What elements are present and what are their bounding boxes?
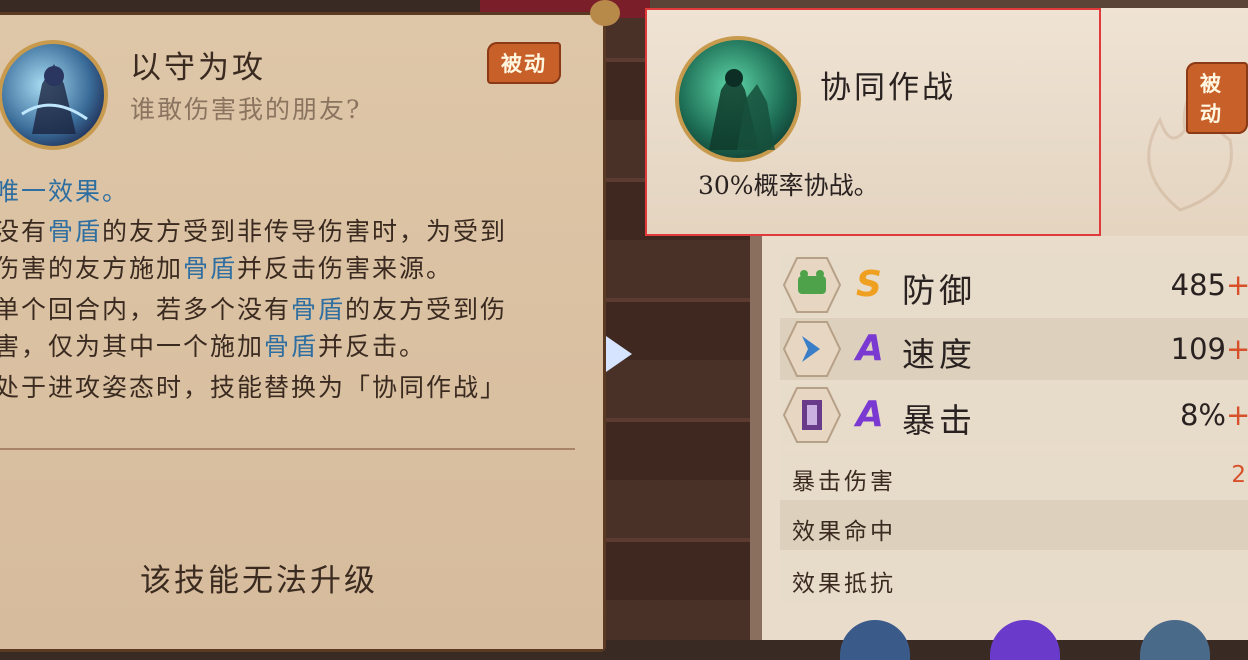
stat-row-defense: S 防御 485 +2 [780, 254, 1248, 316]
stat-row-effect-resist: 效果抵抗 [780, 552, 1248, 602]
skill-desc-line: 害，仅为其中一个施加骨盾并反击。 [0, 332, 427, 361]
panel-corner-ornament [590, 0, 620, 26]
shikigami-avatar[interactable] [840, 620, 910, 660]
stat-row-crit-damage: 暴击伤害 2 [780, 450, 1248, 500]
stat-value: 2 [1231, 462, 1246, 488]
skill-title: 以守为攻 [130, 50, 266, 86]
stat-name: 防御 [902, 271, 976, 310]
stat-bonus: +2 [1226, 268, 1248, 302]
stat-name: 效果命中 [792, 519, 896, 545]
passive-badge: 被动 [487, 42, 561, 84]
stat-value: 109 [1170, 332, 1226, 366]
grade-badge: S [856, 264, 882, 305]
arrow-right-icon[interactable] [606, 336, 632, 372]
keyword-bone-shield[interactable]: 骨盾 [264, 332, 318, 361]
skill-desc-line: 处于进攻姿态时，技能替换为「协同作战」 [0, 373, 508, 402]
stat-value: 485 [1170, 268, 1226, 302]
skill-desc-line: 没有骨盾的友方受到非传导伤害时，为受到 [0, 217, 508, 246]
defense-icon [782, 257, 842, 313]
skill-upgrade-status: 该技能无法升级 [140, 563, 378, 599]
stat-bonus: + [1226, 332, 1248, 366]
stat-name: 暴击伤害 [792, 469, 896, 495]
stat-value: 8% [1179, 398, 1226, 432]
passive-badge: 被动 [1186, 62, 1248, 134]
skill-desc-line: 伤害的友方施加骨盾并反击伤害来源。 [0, 254, 454, 283]
stat-bonus: +9 [1226, 398, 1248, 432]
popup-highlight-frame [645, 8, 1101, 236]
crit-icon [782, 387, 842, 443]
keyword-bone-shield[interactable]: 骨盾 [291, 295, 345, 324]
shikigami-avatar[interactable] [990, 620, 1060, 660]
stat-name: 暴击 [902, 401, 976, 440]
keyword-bone-shield[interactable]: 骨盾 [183, 254, 237, 283]
shikigami-bar [780, 606, 1248, 660]
speed-icon [782, 321, 842, 377]
grade-badge: A [856, 394, 884, 435]
divider [0, 448, 575, 450]
keyword-bone-shield[interactable]: 骨盾 [48, 217, 102, 246]
skill-subtitle: 谁敢伤害我的朋友? [130, 95, 362, 124]
stat-row-effect-hit: 效果命中 [780, 500, 1248, 550]
stat-name: 速度 [902, 335, 976, 374]
stat-row-crit: A 暴击 8% +9 [780, 384, 1248, 446]
shikigami-avatar[interactable] [1140, 620, 1210, 660]
skill-desc-line: 唯一效果。 [0, 177, 130, 206]
grade-badge: A [856, 328, 884, 369]
stat-name: 效果抵抗 [792, 571, 896, 597]
skill-desc-line: 单个回合内，若多个没有骨盾的友方受到伤 [0, 295, 508, 324]
stat-row-speed: A 速度 109 + [780, 318, 1248, 380]
skill-icon-defense[interactable] [0, 40, 108, 150]
